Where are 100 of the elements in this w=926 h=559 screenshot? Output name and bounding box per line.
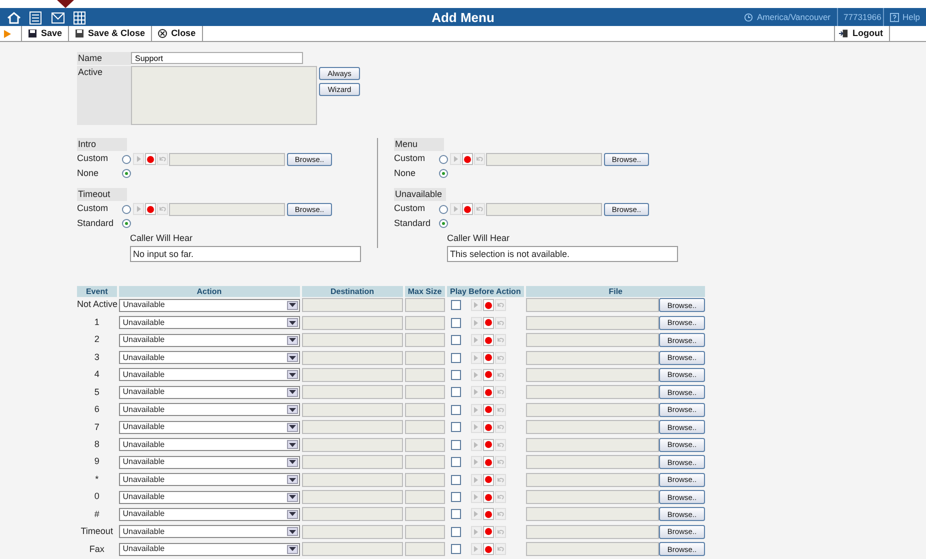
checkbox[interactable]: [450, 352, 461, 363]
record-button[interactable]: [482, 316, 494, 329]
file-field[interactable]: [526, 333, 659, 348]
record-button[interactable]: [482, 421, 494, 434]
checkbox[interactable]: [450, 509, 461, 520]
max-size-field[interactable]: [404, 368, 445, 382]
max-size-field[interactable]: [404, 420, 445, 434]
file-field[interactable]: [526, 524, 659, 539]
checkbox[interactable]: [450, 404, 461, 415]
file-field[interactable]: [526, 420, 659, 434]
destination-field[interactable]: [302, 368, 403, 382]
help-link[interactable]: Help: [902, 11, 920, 24]
file-field[interactable]: [526, 490, 659, 504]
radio-button[interactable]: [122, 204, 131, 214]
file-field[interactable]: [526, 368, 659, 382]
max-size-field[interactable]: [404, 542, 445, 556]
name-field[interactable]: Support: [131, 52, 303, 64]
file-field[interactable]: [486, 202, 602, 216]
file-field[interactable]: [526, 385, 659, 400]
logout-button[interactable]: Logout: [834, 26, 890, 41]
file-field[interactable]: [526, 350, 659, 365]
record-button[interactable]: [482, 386, 494, 398]
record-button[interactable]: [482, 543, 494, 556]
list-icon[interactable]: [28, 10, 44, 25]
record-button[interactable]: [462, 153, 473, 165]
action-dropdown[interactable]: Unavailable: [118, 368, 300, 382]
max-size-field[interactable]: [404, 385, 445, 400]
record-button[interactable]: [482, 438, 494, 451]
max-size-field[interactable]: [404, 524, 445, 539]
radio-button[interactable]: [122, 219, 131, 228]
file-field[interactable]: [526, 542, 659, 556]
checkbox[interactable]: [450, 457, 461, 468]
max-size-field[interactable]: [405, 298, 445, 312]
envelope-icon[interactable]: [50, 10, 66, 25]
action-dropdown[interactable]: Unavailable: [118, 473, 300, 486]
destination-field[interactable]: [302, 438, 403, 452]
action-dropdown[interactable]: Unavailable: [118, 456, 300, 469]
checkbox[interactable]: [450, 300, 461, 310]
destination-field[interactable]: [302, 350, 403, 365]
max-size-field[interactable]: [404, 490, 445, 504]
max-size-field[interactable]: [404, 316, 445, 330]
destination-field[interactable]: [302, 507, 403, 522]
action-dropdown[interactable]: Unavailable: [118, 316, 300, 330]
record-button[interactable]: [482, 404, 494, 416]
action-dropdown[interactable]: Unavailable: [119, 298, 300, 312]
checkbox[interactable]: [450, 318, 461, 328]
destination-field[interactable]: [302, 455, 403, 470]
max-size-field[interactable]: [404, 438, 445, 452]
destination-field[interactable]: [302, 524, 403, 539]
destination-field[interactable]: [302, 298, 404, 312]
timezone-link[interactable]: America/Vancouver: [756, 11, 831, 24]
destination-field[interactable]: [302, 420, 403, 434]
radio-button[interactable]: [439, 204, 448, 214]
max-size-field[interactable]: [404, 507, 445, 522]
max-size-field[interactable]: [404, 472, 445, 487]
destination-field[interactable]: [302, 472, 403, 487]
destination-field[interactable]: [302, 542, 403, 556]
record-button[interactable]: [145, 153, 156, 165]
radio-button[interactable]: [439, 154, 448, 164]
action-dropdown[interactable]: Unavailable: [118, 334, 300, 347]
home-icon[interactable]: [6, 10, 22, 25]
record-button[interactable]: [482, 474, 494, 486]
radio-button[interactable]: [122, 154, 131, 164]
file-field[interactable]: [526, 472, 659, 487]
checkbox[interactable]: [450, 526, 461, 537]
record-button[interactable]: [462, 203, 473, 215]
destination-field[interactable]: [302, 490, 403, 504]
record-button[interactable]: [482, 491, 494, 504]
file-field[interactable]: [526, 438, 659, 452]
max-size-field[interactable]: [404, 455, 445, 470]
record-button[interactable]: [482, 352, 494, 364]
record-button[interactable]: [482, 526, 494, 538]
checkbox[interactable]: [450, 387, 461, 398]
destination-field[interactable]: [302, 385, 403, 400]
grid-icon[interactable]: [72, 10, 88, 25]
action-dropdown[interactable]: Unavailable: [118, 438, 300, 452]
active-field[interactable]: [131, 66, 317, 125]
destination-field[interactable]: [302, 316, 403, 330]
file-field[interactable]: [169, 202, 285, 216]
record-button[interactable]: [482, 334, 494, 346]
checkbox[interactable]: [450, 422, 461, 432]
checkbox[interactable]: [450, 440, 461, 450]
action-dropdown[interactable]: Unavailable: [118, 403, 300, 416]
destination-field[interactable]: [302, 402, 403, 417]
file-field[interactable]: [169, 152, 285, 166]
file-field[interactable]: [526, 298, 659, 312]
max-size-field[interactable]: [404, 333, 445, 348]
radio-button[interactable]: [439, 169, 448, 178]
checkbox[interactable]: [450, 335, 461, 346]
file-field[interactable]: [526, 402, 659, 417]
file-field[interactable]: [526, 455, 659, 470]
radio-button[interactable]: [439, 219, 448, 228]
record-button[interactable]: [145, 203, 156, 215]
action-dropdown[interactable]: Unavailable: [118, 508, 300, 521]
record-button[interactable]: [482, 299, 494, 312]
file-field[interactable]: [526, 507, 659, 522]
destination-field[interactable]: [302, 333, 403, 348]
action-dropdown[interactable]: Unavailable: [118, 351, 300, 364]
max-size-field[interactable]: [404, 402, 445, 417]
checkbox[interactable]: [450, 544, 461, 554]
